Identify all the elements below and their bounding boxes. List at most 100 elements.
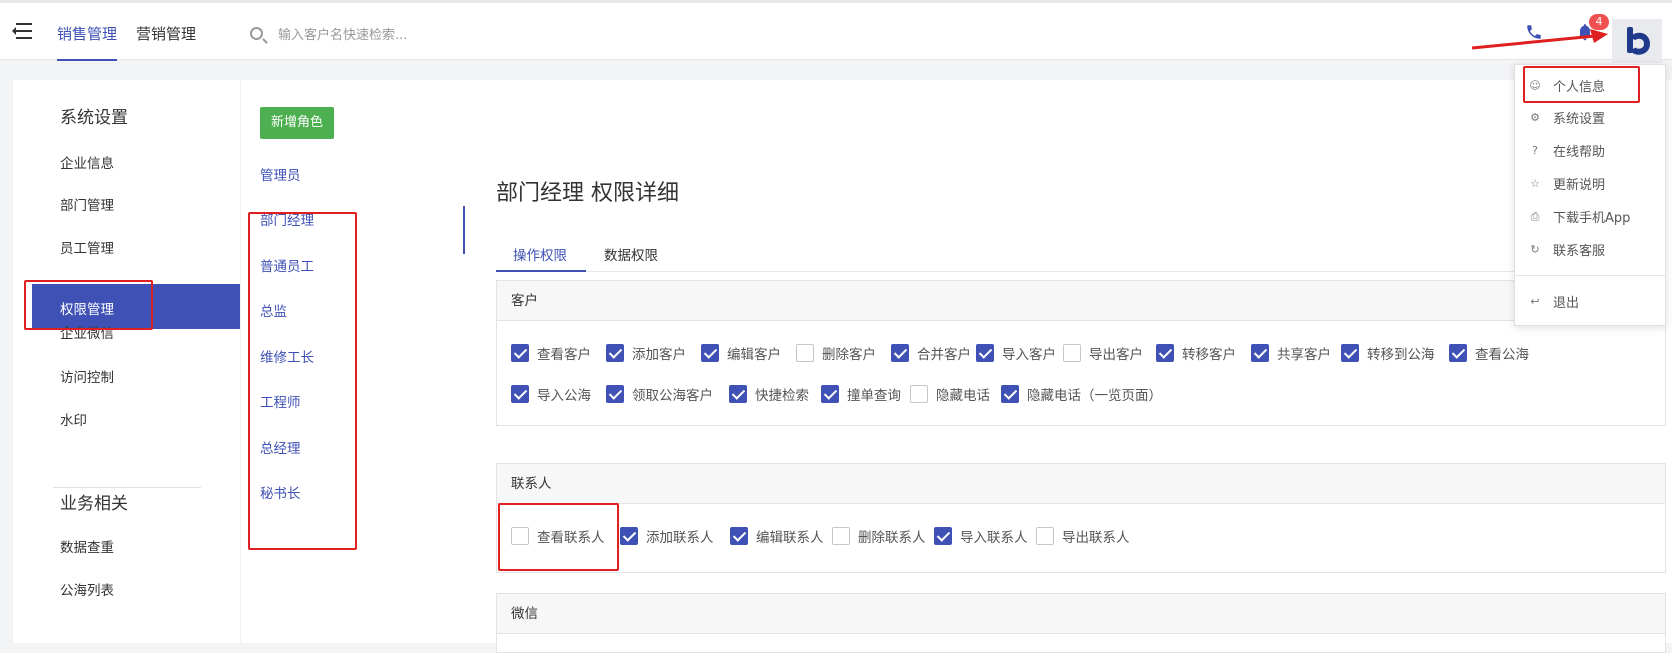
role-item[interactable]: 秘书长 <box>260 482 301 502</box>
checkbox[interactable] <box>934 527 952 545</box>
checkbox[interactable] <box>606 344 624 362</box>
search-input[interactable] <box>278 25 468 45</box>
user-dropdown-menu: ☺ 个人信息 ⚙ 系统设置 ? 在线帮助 ☆ 更新说明 ⎙ 下载手机App ↻ 联系客服 ↩… <box>1514 64 1666 326</box>
perm-checkbox[interactable]: 添加联系人 <box>620 526 714 547</box>
perm-label: 隐藏电话（一览页面） <box>1027 388 1162 404</box>
checkbox[interactable] <box>511 527 529 545</box>
tab-data-permissions[interactable]: 数据权限 <box>604 244 658 264</box>
perm-label: 查看客户 <box>537 347 591 363</box>
menu-item-logout[interactable]: ↩ 退出 <box>1529 292 1579 311</box>
checkbox[interactable] <box>821 385 839 403</box>
checkbox[interactable] <box>1251 344 1269 362</box>
menu-item-download-app[interactable]: ⎙ 下载手机App <box>1529 207 1631 226</box>
checkbox[interactable] <box>606 385 624 403</box>
tab-sales[interactable]: 销售管理 <box>57 23 118 61</box>
checkbox[interactable] <box>620 527 638 545</box>
perm-checkbox[interactable]: 删除联系人 <box>832 526 926 547</box>
role-item[interactable]: 部门经理 <box>260 209 314 229</box>
perm-checkbox[interactable]: 隐藏电话 <box>910 384 990 405</box>
checkbox[interactable] <box>1001 385 1019 403</box>
perm-label: 共享客户 <box>1277 347 1331 363</box>
perm-checkbox[interactable]: 查看客户 <box>511 343 591 364</box>
perm-checkbox[interactable]: 查看联系人 <box>511 526 605 547</box>
perm-label: 导出客户 <box>1089 347 1143 363</box>
perm-label: 编辑联系人 <box>756 530 824 546</box>
perm-checkbox[interactable]: 合并客户 <box>891 343 971 364</box>
perm-checkbox[interactable]: 编辑联系人 <box>730 526 824 547</box>
user-avatar[interactable] <box>1612 19 1662 63</box>
perm-checkbox[interactable]: 删除客户 <box>796 343 876 364</box>
settings-sidebar: 系统设置 企业信息 部门管理 员工管理 权限管理 企业微信 访问控制 水印 业务… <box>13 80 240 643</box>
perm-label: 编辑客户 <box>727 347 781 363</box>
checkbox[interactable] <box>976 344 994 362</box>
perm-checkbox[interactable]: 添加客户 <box>606 343 686 364</box>
menu-item-profile[interactable]: ☺ 个人信息 <box>1529 76 1605 95</box>
perm-checkbox[interactable]: 撞单查询 <box>821 384 901 405</box>
perm-checkbox[interactable]: 导出联系人 <box>1036 526 1130 547</box>
checkbox[interactable] <box>1156 344 1174 362</box>
checkbox[interactable] <box>1036 527 1054 545</box>
menu-item-help[interactable]: ? 在线帮助 <box>1529 141 1605 160</box>
role-item[interactable]: 维修工长 <box>260 346 314 366</box>
role-item[interactable]: 工程师 <box>260 391 301 411</box>
checkbox[interactable] <box>910 385 928 403</box>
checkbox[interactable] <box>730 527 748 545</box>
perm-label: 添加客户 <box>632 347 686 363</box>
perm-label: 查看公海 <box>1475 347 1529 363</box>
perm-label: 转移到公海 <box>1367 347 1435 363</box>
role-item[interactable]: 总监 <box>260 300 287 320</box>
sidebar-item-departments[interactable]: 部门管理 <box>60 194 114 214</box>
perm-label: 导入公海 <box>537 388 591 404</box>
sidebar-item-access-control[interactable]: 访问控制 <box>60 366 114 386</box>
tab-operation-permissions[interactable]: 操作权限 <box>513 244 567 264</box>
tab-underline <box>496 271 1666 272</box>
sidebar-item-wecom[interactable]: 企业微信 <box>60 322 114 342</box>
perm-checkbox[interactable]: 导出客户 <box>1063 343 1143 364</box>
checkbox[interactable] <box>701 344 719 362</box>
perm-label: 合并客户 <box>917 347 971 363</box>
menu-item-label: 下载手机App <box>1553 211 1631 226</box>
sidebar-item-company-info[interactable]: 企业信息 <box>60 152 114 172</box>
panel-title: 微信 <box>497 594 1665 634</box>
perm-label: 删除联系人 <box>858 530 926 546</box>
sidebar-item-employees[interactable]: 员工管理 <box>60 237 114 257</box>
perm-checkbox[interactable]: 共享客户 <box>1251 343 1331 364</box>
perm-checkbox[interactable]: 快捷检索 <box>729 384 809 405</box>
sidebar-item-public-pool[interactable]: 公海列表 <box>60 579 114 599</box>
menu-item-changelog[interactable]: ☆ 更新说明 <box>1529 174 1605 193</box>
checkbox[interactable] <box>796 344 814 362</box>
checkbox[interactable] <box>729 385 747 403</box>
role-item[interactable]: 总经理 <box>260 437 301 457</box>
role-item[interactable]: 普通员工 <box>260 255 314 275</box>
perm-label: 删除客户 <box>822 347 876 363</box>
checkbox[interactable] <box>1063 344 1081 362</box>
checkbox[interactable] <box>891 344 909 362</box>
checkbox[interactable] <box>1449 344 1467 362</box>
menu-item-support[interactable]: ↻ 联系客服 <box>1529 240 1605 259</box>
perm-checkbox[interactable]: 查看公海 <box>1449 343 1529 364</box>
checkbox[interactable] <box>832 527 850 545</box>
perm-checkbox[interactable]: 转移到公海 <box>1341 343 1435 364</box>
perm-checkbox[interactable]: 领取公海客户 <box>606 384 713 405</box>
sidebar-item-watermark[interactable]: 水印 <box>60 409 87 429</box>
sidebar-item-dedupe[interactable]: 数据查重 <box>60 536 114 556</box>
perm-checkbox[interactable]: 导入联系人 <box>934 526 1028 547</box>
search-box[interactable] <box>250 25 470 45</box>
checkbox[interactable] <box>1341 344 1359 362</box>
checkbox[interactable] <box>511 344 529 362</box>
perm-checkbox[interactable]: 导入公海 <box>511 384 591 405</box>
perm-checkbox[interactable]: 隐藏电话（一览页面） <box>1001 384 1162 405</box>
tab-marketing[interactable]: 营销管理 <box>136 23 196 44</box>
menu-item-label: 更新说明 <box>1553 178 1606 193</box>
menu-collapse-icon[interactable] <box>12 23 32 39</box>
role-item[interactable]: 管理员 <box>260 164 301 184</box>
sidebar-item-label: 权限管理 <box>60 302 114 318</box>
perm-checkbox[interactable]: 导入客户 <box>976 343 1056 364</box>
add-role-button[interactable]: 新增角色 <box>260 107 334 139</box>
menu-item-settings[interactable]: ⚙ 系统设置 <box>1529 108 1605 127</box>
sidebar-section-title: 系统设置 <box>60 108 128 128</box>
perm-checkbox[interactable]: 转移客户 <box>1156 343 1236 364</box>
checkbox[interactable] <box>511 385 529 403</box>
perm-checkbox[interactable]: 编辑客户 <box>701 343 781 364</box>
top-bar: 销售管理 营销管理 4 <box>0 0 1672 63</box>
